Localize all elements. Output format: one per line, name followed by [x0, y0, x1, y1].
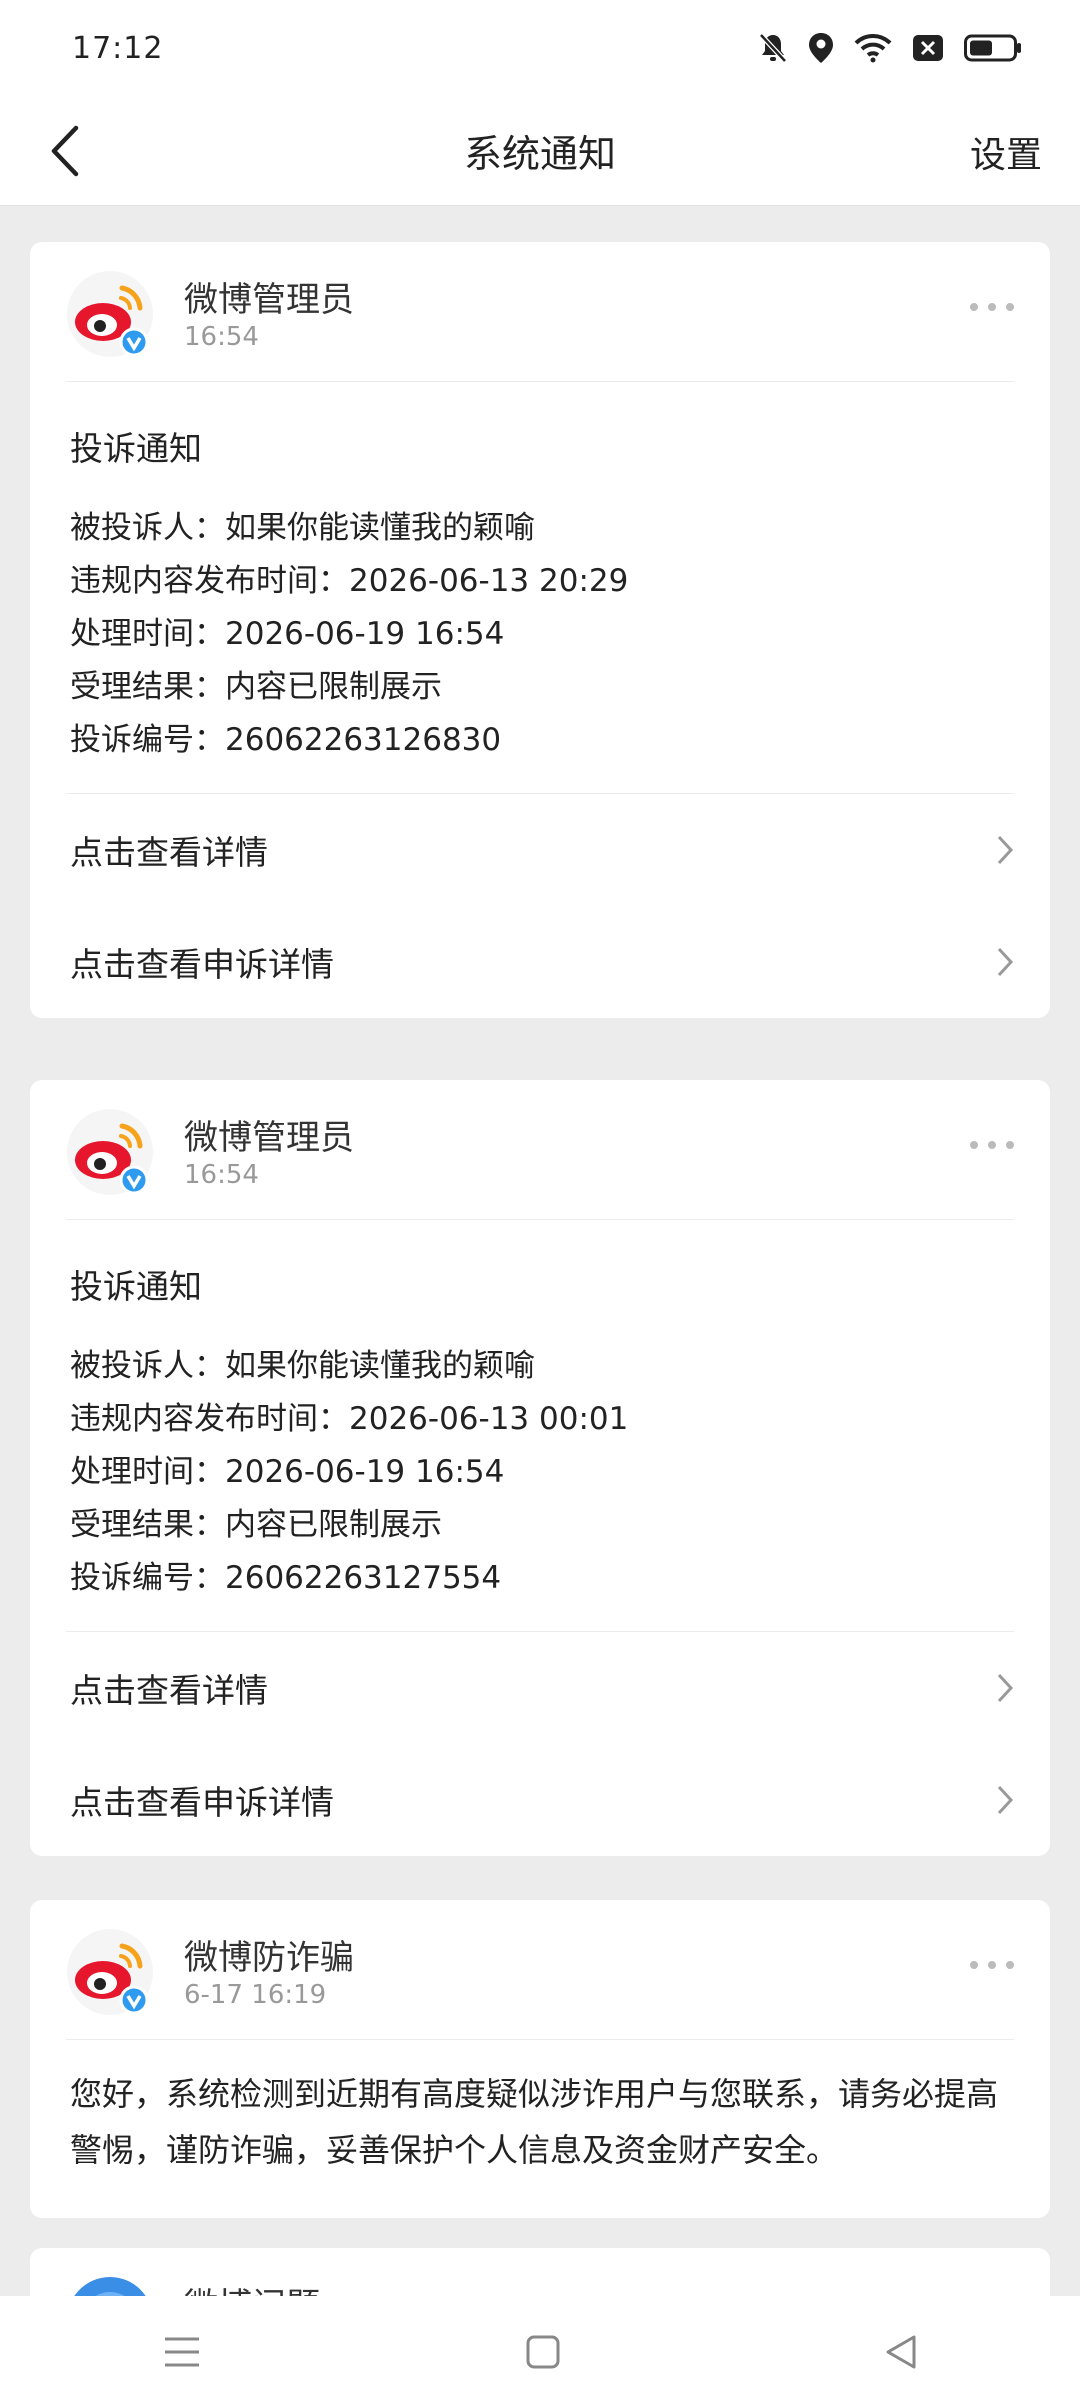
card-header: 微博管理员 16:54 [66, 242, 1014, 382]
chevron-right-icon [997, 1785, 1014, 1815]
chevron-right-icon [997, 835, 1014, 865]
back-triangle-icon[interactable] [884, 2334, 918, 2370]
status-time: 17:12 [72, 30, 164, 66]
view-appeal-details-link[interactable]: 点击查看申诉详情 [30, 906, 1050, 1018]
sender-name: 微博问题 [184, 2278, 320, 2296]
card-header: 微博防诈骗 6-17 16:19 [66, 1900, 1014, 2040]
system-nav-bar [0, 2296, 1080, 2408]
status-bar: 17:12 [0, 0, 1080, 96]
settings-button[interactable]: 设置 [970, 126, 1042, 178]
notification-card: 微博管理员 16:54 投诉通知 被投诉人：如果你能读懂我的颖喻 违规内容发布时… [30, 242, 1050, 1018]
process-result: 受理结果：内容已限制展示 [70, 669, 442, 705]
view-details-link[interactable]: 点击查看详情 [30, 1632, 1050, 1744]
page-title: 系统通知 [463, 132, 616, 176]
card-body: 投诉通知 被投诉人：如果你能读懂我的颖喻 违规内容发布时间：2026-06-13… [30, 1220, 1050, 1631]
message-text: 您好，系统检测到近期有高度疑似涉诈用户与您联系，请务必提高警惕，谨防诈骗，妥善保… [70, 2075, 999, 2169]
sender-name: 微博管理员 [184, 280, 354, 320]
top-nav-bar: 系统通知 设置 [0, 96, 1080, 206]
menu-icon[interactable] [162, 2335, 202, 2369]
chevron-right-icon [997, 947, 1014, 977]
chevron-left-icon [51, 125, 79, 177]
process-time: 处理时间：2026-06-19 16:54 [70, 616, 505, 652]
chevron-right-icon [997, 1673, 1014, 1703]
more-options-icon[interactable] [970, 1130, 1014, 1160]
link-label: 点击查看申诉详情 [70, 945, 334, 984]
sender-name: 微博防诈骗 [184, 1938, 354, 1978]
complaint-number: 投诉编号：26062263127554 [70, 1560, 502, 1596]
wifi-icon [854, 33, 892, 63]
weibo-avatar-icon[interactable] [66, 1108, 154, 1196]
location-pin-icon [809, 33, 833, 63]
status-icons [758, 32, 1022, 64]
view-details-link[interactable]: 点击查看详情 [30, 794, 1050, 906]
complained-user: 被投诉人：如果你能读懂我的颖喻 [70, 1348, 535, 1384]
message-time: 16:54 [184, 1160, 259, 1190]
more-options-icon[interactable] [970, 292, 1014, 322]
message-time: 16:54 [184, 322, 259, 352]
notification-card: 微博问题 [30, 2248, 1050, 2296]
complained-user: 被投诉人：如果你能读懂我的颖喻 [70, 510, 535, 546]
link-label: 点击查看申诉详情 [70, 1783, 334, 1822]
card-header: 微博管理员 16:54 [66, 1080, 1014, 1220]
weibo-avatar-icon[interactable] [66, 270, 154, 358]
bell-muted-icon [759, 33, 787, 63]
notice-title: 投诉通知 [70, 429, 202, 468]
process-time: 处理时间：2026-06-19 16:54 [70, 1454, 505, 1490]
more-options-icon[interactable] [970, 1950, 1014, 1980]
content-publish-time: 违规内容发布时间：2026-06-13 00:01 [70, 1401, 629, 1437]
process-result: 受理结果：内容已限制展示 [70, 1507, 442, 1543]
battery-icon [964, 34, 1021, 62]
notice-title: 投诉通知 [70, 1267, 202, 1306]
back-button[interactable] [30, 116, 100, 186]
weibo-avatar-icon[interactable] [66, 1928, 154, 2016]
close-box-icon [913, 35, 943, 61]
notification-feed[interactable]: 微博管理员 16:54 投诉通知 被投诉人：如果你能读懂我的颖喻 违规内容发布时… [0, 206, 1080, 2296]
link-label: 点击查看详情 [70, 833, 268, 872]
card-body: 投诉通知 被投诉人：如果你能读懂我的颖喻 违规内容发布时间：2026-06-13… [30, 382, 1050, 793]
notification-card: 微博防诈骗 6-17 16:19 您好，系统检测到近期有高度疑似涉诈用户与您联系… [30, 1900, 1050, 2218]
link-label: 点击查看详情 [70, 1671, 268, 1710]
content-publish-time: 违规内容发布时间：2026-06-13 20:29 [70, 563, 629, 599]
message-time: 6-17 16:19 [184, 1980, 327, 2010]
card-header: 微博问题 [66, 2248, 1014, 2296]
home-icon[interactable] [525, 2334, 561, 2370]
complaint-number: 投诉编号：26062263126830 [70, 722, 502, 758]
view-appeal-details-link[interactable]: 点击查看申诉详情 [30, 1744, 1050, 1856]
sender-name: 微博管理员 [184, 1118, 354, 1158]
weibo-avatar-icon[interactable] [66, 2276, 154, 2296]
notification-card: 微博管理员 16:54 投诉通知 被投诉人：如果你能读懂我的颖喻 违规内容发布时… [30, 1080, 1050, 1856]
